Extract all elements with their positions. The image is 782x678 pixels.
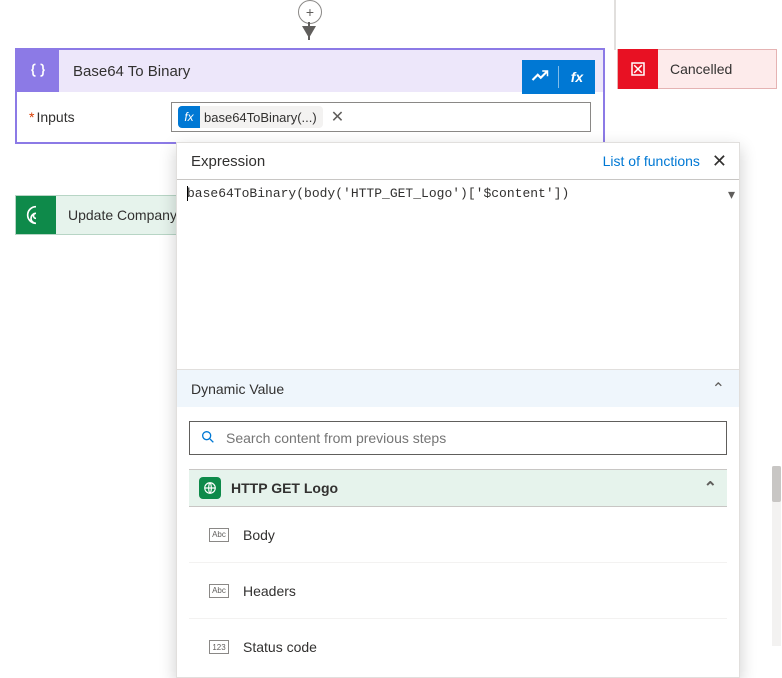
add-step-button[interactable]: + [298,0,322,24]
expression-pill[interactable]: fx base64ToBinary(...) [178,106,323,128]
plus-icon: + [306,4,314,20]
type-badge-123: 123 [209,640,229,654]
close-popout-button[interactable]: ✕ [708,151,731,172]
expression-fx-button[interactable]: fx [559,60,595,94]
type-badge-abc: Abc [209,584,229,598]
dynamic-value-title: Dynamic Value [191,381,284,397]
scrollbar-thumb[interactable] [772,466,781,502]
chevron-up-icon: ⌃ [704,478,717,498]
list-item[interactable]: Abc Body [189,507,727,563]
text-caret [187,186,188,201]
dynamic-value-list: Abc Body Abc Headers 123 Status code [189,507,727,667]
dynamic-value-body: HTTP GET Logo ⌃ Abc Body Abc Headers 123… [177,407,739,677]
inputs-field[interactable]: fx base64ToBinary(...) ✕ [171,102,591,132]
scrollbar-track[interactable] [772,466,781,646]
chevron-up-icon: ⌃ [712,379,725,399]
dv-item-label: Headers [243,583,296,599]
list-item[interactable]: Abc Headers [189,563,727,619]
fx-icon: fx [178,106,200,128]
braces-icon [17,50,59,92]
card-toolbar: fx [522,60,595,94]
list-item[interactable]: 123 Status code [189,619,727,667]
action-card-base64[interactable]: Base64 To Binary fx *Inputs fx base64ToB… [15,48,605,144]
action-card-header[interactable]: Base64 To Binary fx [17,50,603,92]
globe-icon [199,477,221,499]
expression-editor[interactable]: base64ToBinary(body('HTTP_GET_Logo')['$c… [177,179,739,369]
step-header-http-get-logo[interactable]: HTTP GET Logo ⌃ [189,469,727,507]
popout-title: Expression [191,153,265,170]
terminate-cancelled-card[interactable]: Cancelled [617,49,777,89]
update-company-label: Update Company [68,207,177,223]
dynamic-content-button[interactable] [522,60,558,94]
remove-pill-button[interactable]: ✕ [327,107,348,127]
inputs-label: *Inputs [29,109,75,125]
step-name: HTTP GET Logo [231,480,338,496]
expression-text: base64ToBinary(body('HTTP_GET_Logo')['$c… [177,180,739,207]
expr-scroll-down-icon[interactable]: ▾ [728,186,735,203]
search-icon [200,429,216,448]
dv-item-label: Body [243,527,275,543]
connector-line [614,0,616,50]
expression-popout: Expression List of functions ✕ base64ToB… [176,142,740,678]
action-card-body: *Inputs fx base64ToBinary(...) ✕ [17,92,603,142]
action-card-update-company[interactable]: Update Company [15,195,180,235]
list-of-functions-link[interactable]: List of functions [603,153,700,169]
type-badge-abc: Abc [209,528,229,542]
action-card-title: Base64 To Binary [73,63,190,80]
arrow-down-icon [302,26,316,38]
cancel-icon [618,49,658,89]
pill-text: base64ToBinary(...) [200,110,323,125]
cancelled-label: Cancelled [670,61,732,77]
popout-header: Expression List of functions ✕ [177,143,739,179]
dv-item-label: Status code [243,639,317,655]
dynamic-value-header[interactable]: Dynamic Value ⌃ [177,369,739,407]
swirl-icon [16,195,56,235]
search-input[interactable] [224,429,716,447]
dynamic-value-search[interactable] [189,421,727,455]
